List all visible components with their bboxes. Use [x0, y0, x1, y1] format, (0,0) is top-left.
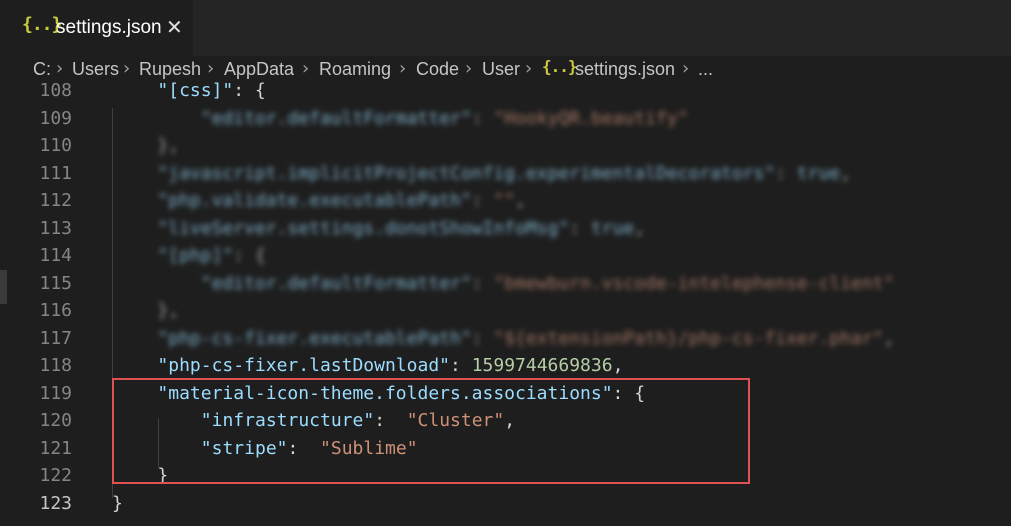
code-token: },	[157, 300, 180, 321]
code-token: :	[471, 190, 494, 211]
code-token: : {	[233, 80, 266, 101]
code-token: "[css]"	[157, 80, 234, 101]
code-editor[interactable]: 108 "[css]": {109 "editor.defaultFormatter…	[0, 80, 1011, 526]
breadcrumb-item-rupesh[interactable]: Rupesh	[139, 59, 201, 80]
code-token: "liveServer.settings.donotShowInfoMsg"	[157, 217, 570, 239]
line-number: 114	[39, 245, 72, 266]
code-token: 1599744669836	[471, 355, 613, 376]
code-token: : {	[233, 245, 266, 266]
breadcrumb: C: › Users › Rupesh › AppData › Roaming …	[0, 56, 1011, 86]
code-line[interactable]: "php-cs-fixer.lastDownload": 15997446698…	[157, 355, 623, 376]
line-number: 119	[39, 382, 72, 404]
line-number: 109	[39, 107, 72, 129]
chevron-right-icon: ›	[465, 58, 473, 79]
line-number: 108	[39, 80, 72, 101]
code-token: "editor.defaultFormatter"	[200, 272, 472, 294]
highlight-annotation-box	[112, 378, 750, 484]
code-token: :	[471, 107, 494, 129]
code-line[interactable]: "javascript.implicitProjectConfig.experi…	[157, 163, 851, 184]
code-token: }	[112, 492, 123, 514]
code-token: "php-cs-fixer.executablePath"	[157, 327, 472, 349]
close-icon[interactable]: ✕	[166, 15, 183, 39]
line-number: 115	[39, 272, 72, 294]
code-token: },	[157, 135, 180, 156]
breadcrumb-item-roaming[interactable]: Roaming	[319, 59, 391, 80]
breadcrumb-item-settings-json[interactable]: settings.json	[575, 59, 675, 80]
tab-bar: {..} settings.json ✕	[0, 0, 1011, 56]
tab-label: settings.json	[56, 17, 162, 38]
chevron-right-icon: ›	[525, 58, 533, 79]
code-line[interactable]: "editor.defaultFormatter": "bmewburn.vsc…	[201, 273, 895, 294]
code-line[interactable]: },	[157, 300, 179, 321]
line-number: 116	[39, 300, 72, 321]
code-token: ,	[634, 217, 646, 239]
code-token: :	[471, 327, 494, 349]
chevron-right-icon: ›	[123, 58, 131, 79]
json-file-icon: {..}	[542, 57, 578, 76]
chevron-right-icon: ›	[207, 58, 215, 79]
code-token: ,	[883, 327, 895, 349]
code-token: true	[796, 162, 841, 184]
code-line[interactable]: "php.validate.executablePath": "",	[157, 190, 526, 211]
code-token: ""	[493, 190, 516, 211]
breadcrumb-item-appdata[interactable]: AppData	[224, 59, 294, 80]
code-token: ,	[515, 190, 526, 211]
code-token: "php-cs-fixer.lastDownload"	[157, 355, 450, 376]
breadcrumb-item-code[interactable]: Code	[416, 59, 459, 80]
code-line[interactable]: "php-cs-fixer.executablePath": "${extens…	[157, 328, 894, 349]
line-number: 117	[39, 327, 72, 349]
breadcrumb-item-more[interactable]: ...	[698, 59, 713, 80]
line-number: 123	[39, 492, 72, 514]
code-token: "php.validate.executablePath"	[157, 190, 472, 211]
code-line[interactable]: "editor.defaultFormatter": "HookyQR.beau…	[201, 108, 689, 129]
code-token: :	[450, 355, 472, 376]
tab-settings-json[interactable]: {..} settings.json ✕	[0, 0, 193, 56]
line-number: 118	[39, 355, 72, 376]
code-token: :	[471, 272, 494, 294]
breadcrumb-item-user[interactable]: User	[482, 59, 520, 80]
line-number: 112	[39, 190, 72, 211]
chevron-right-icon: ›	[302, 58, 310, 79]
chevron-right-icon: ›	[399, 58, 407, 79]
code-token: "[php]"	[157, 245, 234, 266]
code-token: "${extensionPath}/php-cs-fixer.phar"	[493, 327, 884, 349]
chevron-right-icon: ›	[56, 58, 64, 79]
line-number: 122	[39, 465, 72, 486]
code-token: :	[775, 162, 797, 184]
code-token: ,	[840, 162, 851, 184]
chevron-right-icon: ›	[682, 58, 690, 79]
code-line[interactable]: "[php]": {	[157, 245, 265, 266]
code-line[interactable]: "[css]": {	[157, 80, 265, 101]
line-number: 110	[39, 135, 72, 156]
code-line[interactable]: "liveServer.settings.donotShowInfoMsg": …	[157, 218, 645, 239]
breadcrumb-item-users[interactable]: Users	[72, 59, 119, 80]
line-number: 120	[39, 410, 72, 431]
code-token: "bmewburn.vscode-intelephense-client"	[493, 272, 895, 294]
breadcrumb-item-c[interactable]: C:	[33, 59, 51, 80]
code-token: ,	[612, 355, 624, 376]
line-number: 111	[39, 162, 72, 184]
code-token: true	[590, 217, 635, 239]
code-line[interactable]: },	[157, 135, 179, 156]
code-token: "editor.defaultFormatter"	[200, 107, 472, 129]
code-token: "javascript.implicitProjectConfig.experi…	[157, 162, 776, 184]
code-token: "HookyQR.beautify"	[493, 107, 689, 129]
code-token: :	[569, 217, 591, 239]
code-line[interactable]: }	[112, 493, 123, 514]
line-number: 113	[39, 217, 72, 239]
line-number: 121	[39, 437, 72, 459]
